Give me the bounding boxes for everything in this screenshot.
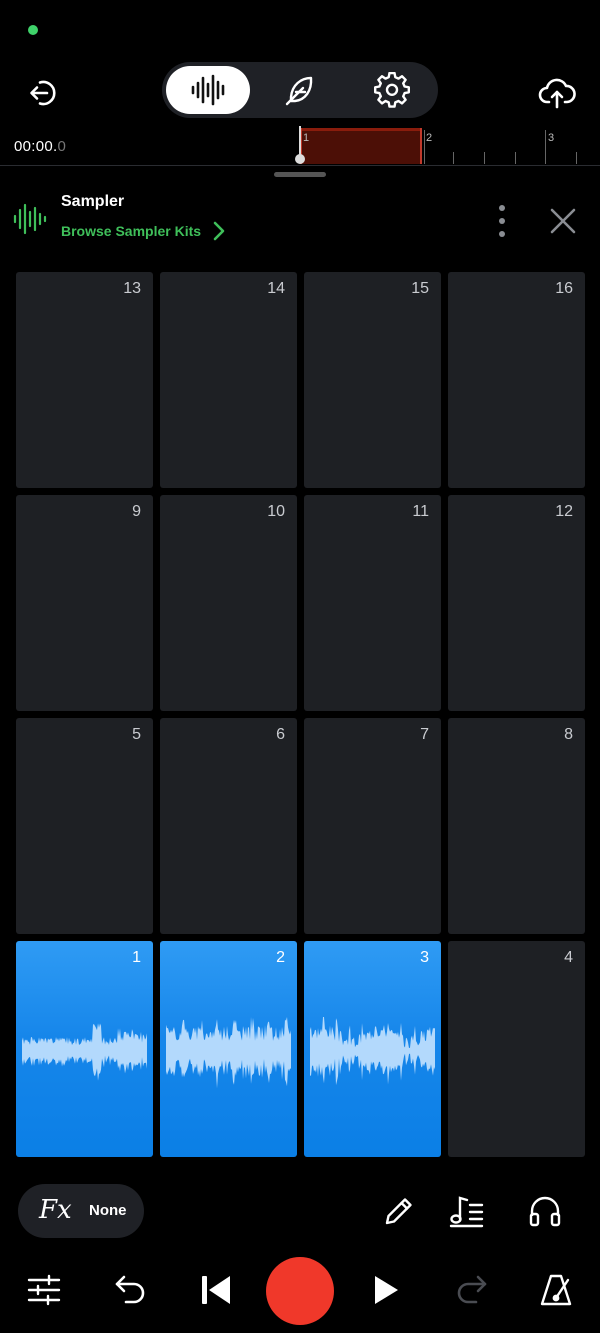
pad-number: 15	[411, 280, 429, 297]
pad[interactable]: 8	[448, 718, 585, 934]
close-icon	[550, 208, 576, 234]
pad[interactable]: 9	[16, 495, 153, 711]
waveform-icon	[191, 74, 225, 106]
beat-tick	[515, 152, 516, 164]
mode-switcher	[162, 62, 438, 118]
pad-number: 4	[564, 949, 573, 966]
browse-sampler-kits-link[interactable]: Browse Sampler Kits	[61, 220, 229, 242]
pad-number: 14	[267, 280, 285, 297]
pad-loaded[interactable]: 3	[304, 941, 441, 1157]
pad[interactable]: 11	[304, 495, 441, 711]
pad-number: 16	[555, 280, 573, 297]
timeline[interactable]: 00:00.0 1 2 3	[0, 126, 600, 166]
pad-number: 1	[132, 949, 141, 966]
exit-icon	[30, 80, 56, 106]
cloud-upload-icon	[538, 78, 576, 109]
sample-waveform	[310, 1017, 435, 1086]
note-list-icon	[449, 1196, 484, 1228]
pad[interactable]: 5	[16, 718, 153, 934]
bar-tick	[424, 130, 425, 164]
bar-ruler[interactable]: 1 2 3	[0, 126, 600, 166]
panel-drag-handle[interactable]	[274, 172, 326, 177]
pad-number: 13	[123, 280, 141, 297]
tab-sampler-waveform[interactable]	[166, 66, 250, 114]
rewind-button[interactable]	[194, 1268, 238, 1312]
bar-label: 3	[548, 132, 555, 144]
metronome-button[interactable]	[534, 1268, 578, 1312]
beat-tick	[453, 152, 454, 164]
pad-number: 12	[555, 503, 573, 520]
instrument-header: Sampler Browse Sampler Kits	[0, 188, 600, 248]
close-instrument-button[interactable]	[546, 204, 580, 238]
play-button[interactable]	[364, 1268, 408, 1312]
play-icon	[375, 1276, 398, 1304]
pad-loaded[interactable]: 2	[160, 941, 297, 1157]
waveform-shape	[310, 1017, 435, 1086]
tab-settings-gear[interactable]	[350, 66, 434, 114]
tab-lyrics-feather[interactable]	[258, 66, 342, 114]
sample-waveform	[22, 1023, 147, 1081]
pad[interactable]: 6	[160, 718, 297, 934]
pad[interactable]: 13	[16, 272, 153, 488]
bar-tick	[545, 130, 546, 164]
beat-tick	[484, 152, 485, 164]
pad-number: 9	[132, 503, 141, 520]
pad-number: 11	[412, 503, 429, 520]
beat-tick	[576, 152, 577, 164]
pad-loaded[interactable]: 1	[16, 941, 153, 1157]
pad-number: 10	[267, 503, 285, 520]
undo-button[interactable]	[108, 1268, 152, 1312]
more-vertical-icon	[499, 205, 505, 237]
pad-number: 7	[420, 726, 429, 743]
pencil-icon	[385, 1198, 412, 1225]
browse-link-label: Browse Sampler Kits	[61, 223, 202, 239]
monitor-headphones-button[interactable]	[523, 1190, 567, 1232]
status-indicator	[28, 25, 38, 35]
pad-number: 2	[276, 949, 285, 966]
redo-button[interactable]	[450, 1268, 494, 1312]
record-button[interactable]	[266, 1257, 334, 1325]
metronome-icon	[540, 1274, 572, 1306]
note-editor-button[interactable]	[445, 1190, 489, 1232]
chevron-right-icon	[213, 221, 225, 241]
redo-icon	[457, 1275, 487, 1304]
bar-label: 2	[426, 132, 433, 144]
instrument-title: Sampler	[61, 193, 125, 210]
pad-number: 6	[276, 726, 285, 743]
pad[interactable]: 7	[304, 718, 441, 934]
pad-number: 5	[132, 726, 141, 743]
undo-icon	[115, 1275, 145, 1304]
sampler-waveform-icon	[13, 203, 47, 235]
gear-icon	[374, 72, 410, 108]
fx-value: None	[89, 1202, 127, 1219]
sample-waveform	[166, 1017, 291, 1089]
upload-button[interactable]	[534, 70, 580, 116]
bar-label: 1	[303, 132, 310, 144]
edit-button[interactable]	[378, 1190, 420, 1232]
loop-region[interactable]	[300, 128, 422, 164]
pad[interactable]: 10	[160, 495, 297, 711]
feather-icon	[285, 76, 313, 106]
pad-number: 8	[564, 726, 573, 743]
pad[interactable]: 12	[448, 495, 585, 711]
waveform-shape	[166, 1017, 291, 1089]
pad[interactable]: 16	[448, 272, 585, 488]
pad[interactable]: 14	[160, 272, 297, 488]
sliders-icon	[27, 1274, 61, 1306]
headphones-icon	[529, 1196, 561, 1227]
fx-selector[interactable]: Fx None	[18, 1184, 144, 1238]
exit-button[interactable]	[20, 70, 66, 116]
skip-back-icon	[202, 1276, 230, 1304]
playhead-handle[interactable]	[295, 154, 305, 164]
pad-grid: 13 14 15 16 9 10 11 12 5 6 7 8 1 2 3 4	[16, 272, 585, 1157]
more-options-button[interactable]	[488, 202, 516, 240]
waveform-shape	[22, 1023, 147, 1081]
top-bar	[0, 60, 600, 120]
fx-label: Fx	[39, 1195, 72, 1225]
pad[interactable]: 15	[304, 272, 441, 488]
mixer-button[interactable]	[22, 1268, 66, 1312]
pad[interactable]: 4	[448, 941, 585, 1157]
pad-number: 3	[420, 949, 429, 966]
